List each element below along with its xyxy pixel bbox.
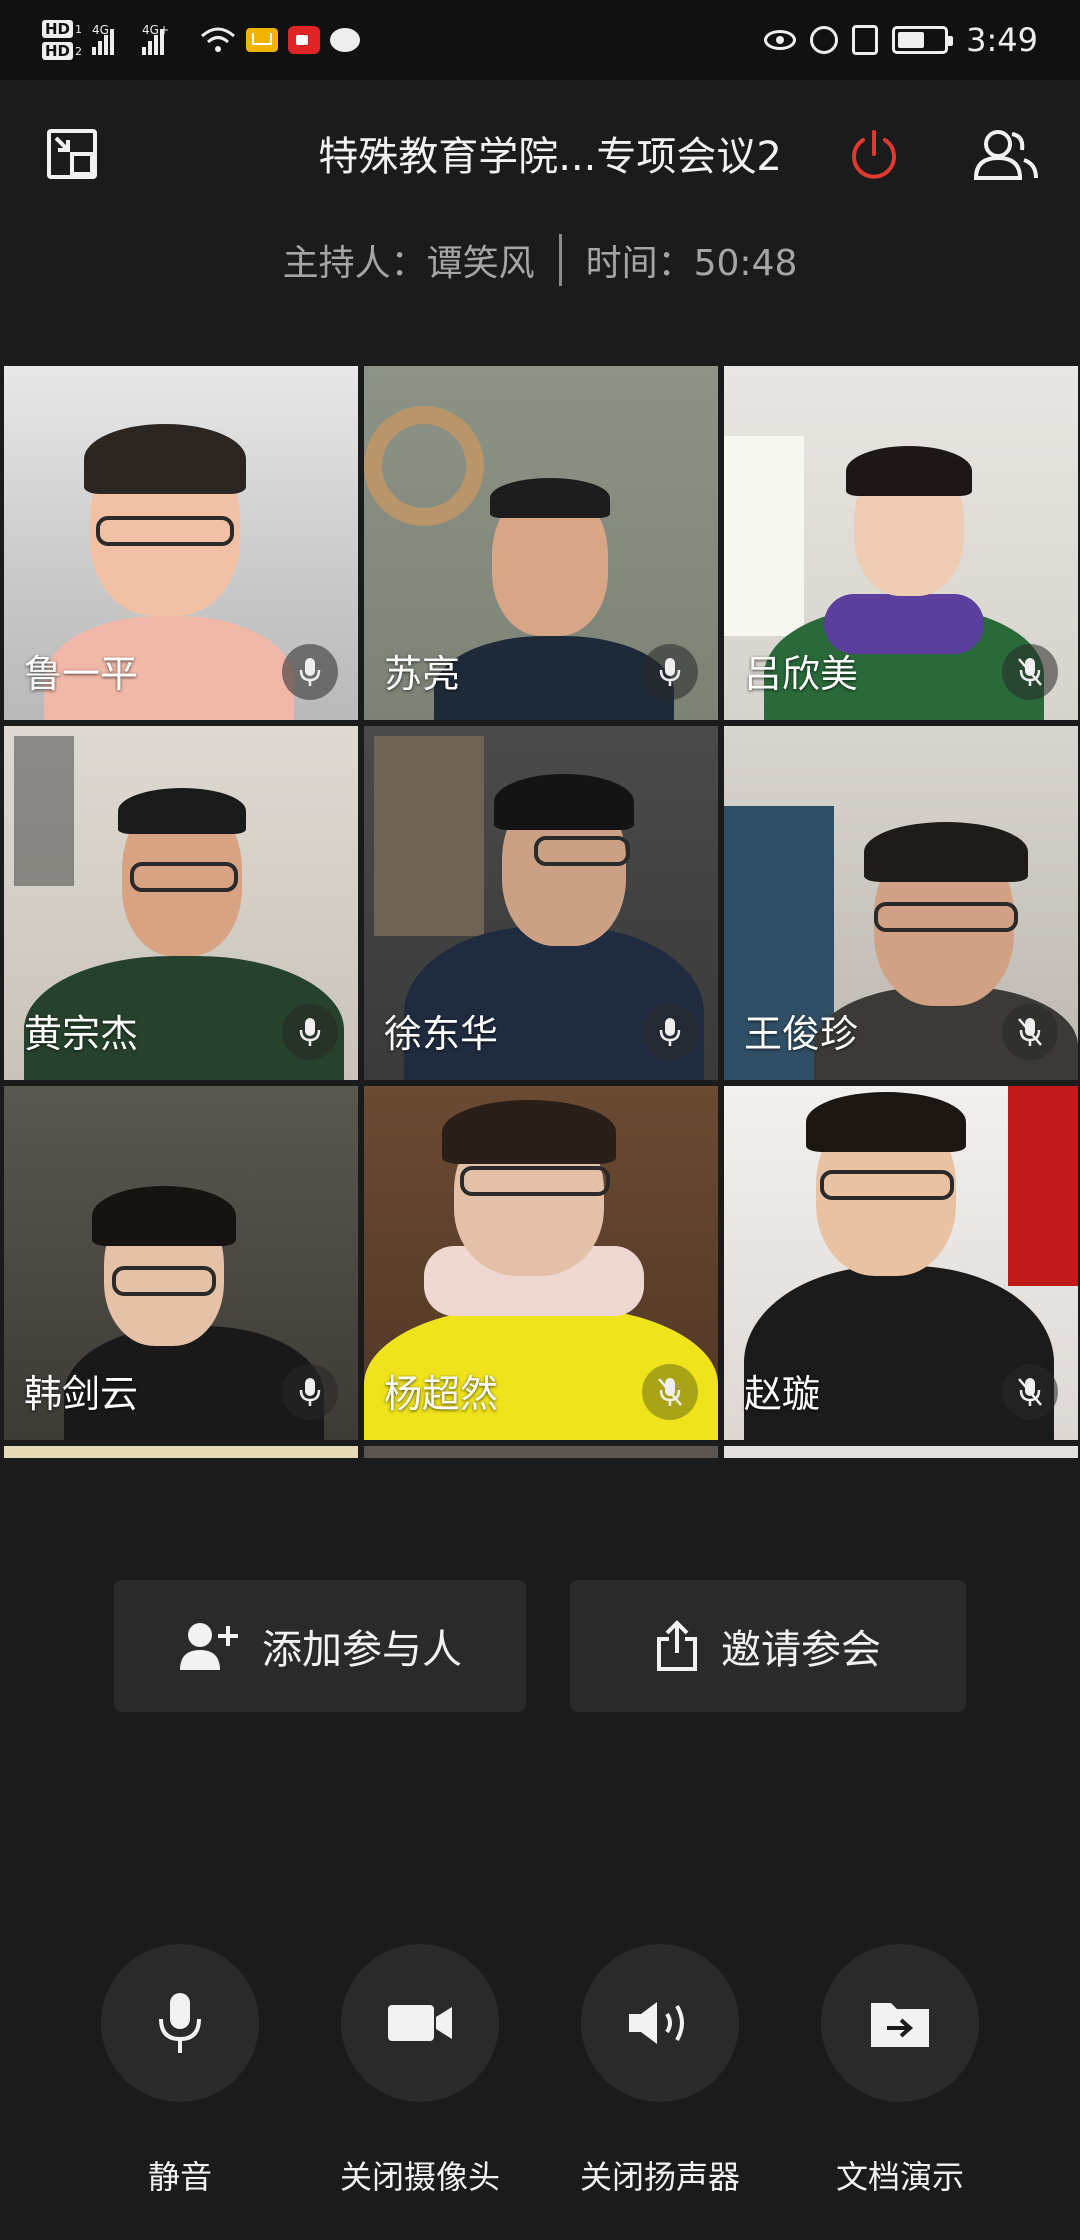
sim2-indicator: HD 2: [42, 42, 82, 60]
speaker-off-label: 关闭扬声器: [580, 2158, 741, 2196]
meeting-screen: HD 1 HD 2 4G 4G+ 3:49 特殊教育学院...专项会议2 主持人…: [0, 0, 1080, 2240]
mute-button[interactable]: 静音: [100, 1944, 260, 2198]
participant-name: 鲁一平: [24, 652, 139, 696]
mute-circle[interactable]: [101, 1944, 259, 2102]
video-tile[interactable]: 黄宗杰: [4, 726, 358, 1080]
mic-muted-icon: [1002, 644, 1058, 700]
participant-name: 王俊珍: [744, 1012, 859, 1056]
video-app-notification-icon: [288, 26, 321, 54]
camera-off-button[interactable]: 关闭摄像头: [340, 1944, 500, 2198]
video-tile[interactable]: 杨超然: [364, 1086, 718, 1440]
mic-muted-icon: [642, 1364, 698, 1420]
share-icon: [657, 1620, 697, 1671]
network-type-2: 4G+: [142, 23, 170, 37]
leave-meeting-icon[interactable]: [846, 126, 902, 182]
video-grid: 鲁一平 苏亮 吕欣美 黄宗杰 徐东华 王俊珍 韩剑云 杨超然 赵璇: [4, 366, 1079, 1440]
participants-icon[interactable]: [972, 126, 1040, 182]
participant-name: 杨超然: [384, 1372, 499, 1416]
speaker-circle[interactable]: [581, 1944, 739, 2102]
mic-muted-icon: [1002, 1364, 1058, 1420]
add-person-icon: [180, 1623, 238, 1670]
mic-status-icon: [642, 644, 698, 700]
vibrate-icon: [852, 25, 879, 55]
meeting-header: 特殊教育学院...专项会议2 主持人：谭笑风 时间：50:48: [0, 80, 1080, 286]
mute-label: 静音: [147, 2158, 212, 2196]
folder-share-icon: [871, 2003, 929, 2047]
signal-1-icon: 4G: [92, 23, 132, 55]
status-bar: HD 1 HD 2 4G 4G+ 3:49: [0, 0, 1080, 80]
video-tile-partial: [364, 1446, 718, 1458]
participant-name: 苏亮: [384, 652, 461, 696]
video-tile[interactable]: 韩剑云: [4, 1086, 358, 1440]
meeting-title: 特殊教育学院...专项会议2: [318, 134, 782, 180]
video-tile-partial: [4, 1446, 358, 1458]
speaker-icon: [629, 2002, 684, 2044]
eye-comfort-icon: [764, 30, 797, 50]
participant-name: 赵璇: [744, 1372, 821, 1416]
video-tile-partial: [724, 1446, 1078, 1458]
video-tile[interactable]: 苏亮: [364, 366, 718, 720]
message-notification-icon: [330, 28, 361, 52]
mic-status-icon: [642, 1004, 698, 1060]
sim1-indicator: HD 1: [42, 20, 82, 38]
participant-name: 徐东华: [384, 1012, 499, 1056]
hd-badge-2: HD: [42, 42, 74, 60]
camera-off-label: 关闭摄像头: [340, 2158, 501, 2196]
meeting-info: 主持人：谭笑风 时间：50:48: [0, 230, 1080, 290]
hd-badge-1: HD: [42, 20, 74, 38]
participant-name: 韩剑云: [24, 1372, 139, 1416]
video-tile[interactable]: 徐东华: [364, 726, 718, 1080]
video-tile[interactable]: 王俊珍: [724, 726, 1078, 1080]
add-participant-label: 添加参与人: [262, 1627, 462, 1673]
battery-icon: [892, 26, 954, 54]
next-row-preview: [4, 1446, 1079, 1458]
wifi-icon: [201, 27, 236, 52]
status-time: 3:49: [966, 21, 1038, 59]
mic-status-icon: [282, 1004, 338, 1060]
microphone-icon: [159, 1993, 201, 2053]
video-camera-icon: [388, 2005, 452, 2041]
doc-circle[interactable]: [821, 1944, 979, 2102]
signal-2-icon: 4G+: [142, 23, 190, 55]
video-tile[interactable]: 鲁一平: [4, 366, 358, 720]
sim1-index: 1: [75, 22, 83, 36]
document-share-button[interactable]: 文档演示: [820, 1944, 980, 2198]
sim2-index: 2: [75, 44, 83, 58]
speaker-off-button[interactable]: 关闭扬声器: [580, 1944, 740, 2198]
camera-circle[interactable]: [341, 1944, 499, 2102]
mic-status-icon: [282, 1364, 338, 1420]
info-divider: [558, 234, 562, 286]
sim-indicators: HD 1 HD 2: [42, 20, 82, 60]
mic-status-icon: [282, 644, 338, 700]
participant-name: 吕欣美: [744, 652, 859, 696]
battery-level: [898, 32, 925, 48]
status-left: HD 1 HD 2 4G 4G+: [42, 20, 361, 60]
video-tile[interactable]: 吕欣美: [724, 366, 1078, 720]
alarm-icon: [810, 26, 839, 54]
invite-button[interactable]: 邀请参会: [570, 1580, 966, 1712]
document-share-label: 文档演示: [835, 2158, 964, 2196]
network-type-1: 4G: [92, 23, 109, 37]
mic-muted-icon: [1002, 1004, 1058, 1060]
mail-notification-icon: [246, 28, 279, 52]
video-tile[interactable]: 赵璇: [724, 1086, 1078, 1440]
exit-fullscreen-icon[interactable]: [46, 128, 98, 180]
invite-label: 邀请参会: [721, 1627, 881, 1673]
participant-name: 黄宗杰: [24, 1012, 139, 1056]
elapsed-time: 时间：50:48: [585, 243, 798, 284]
status-right: 3:49: [764, 21, 1038, 59]
host-label: 主持人：谭笑风: [282, 243, 535, 284]
add-participant-button[interactable]: 添加参与人: [114, 1580, 526, 1712]
